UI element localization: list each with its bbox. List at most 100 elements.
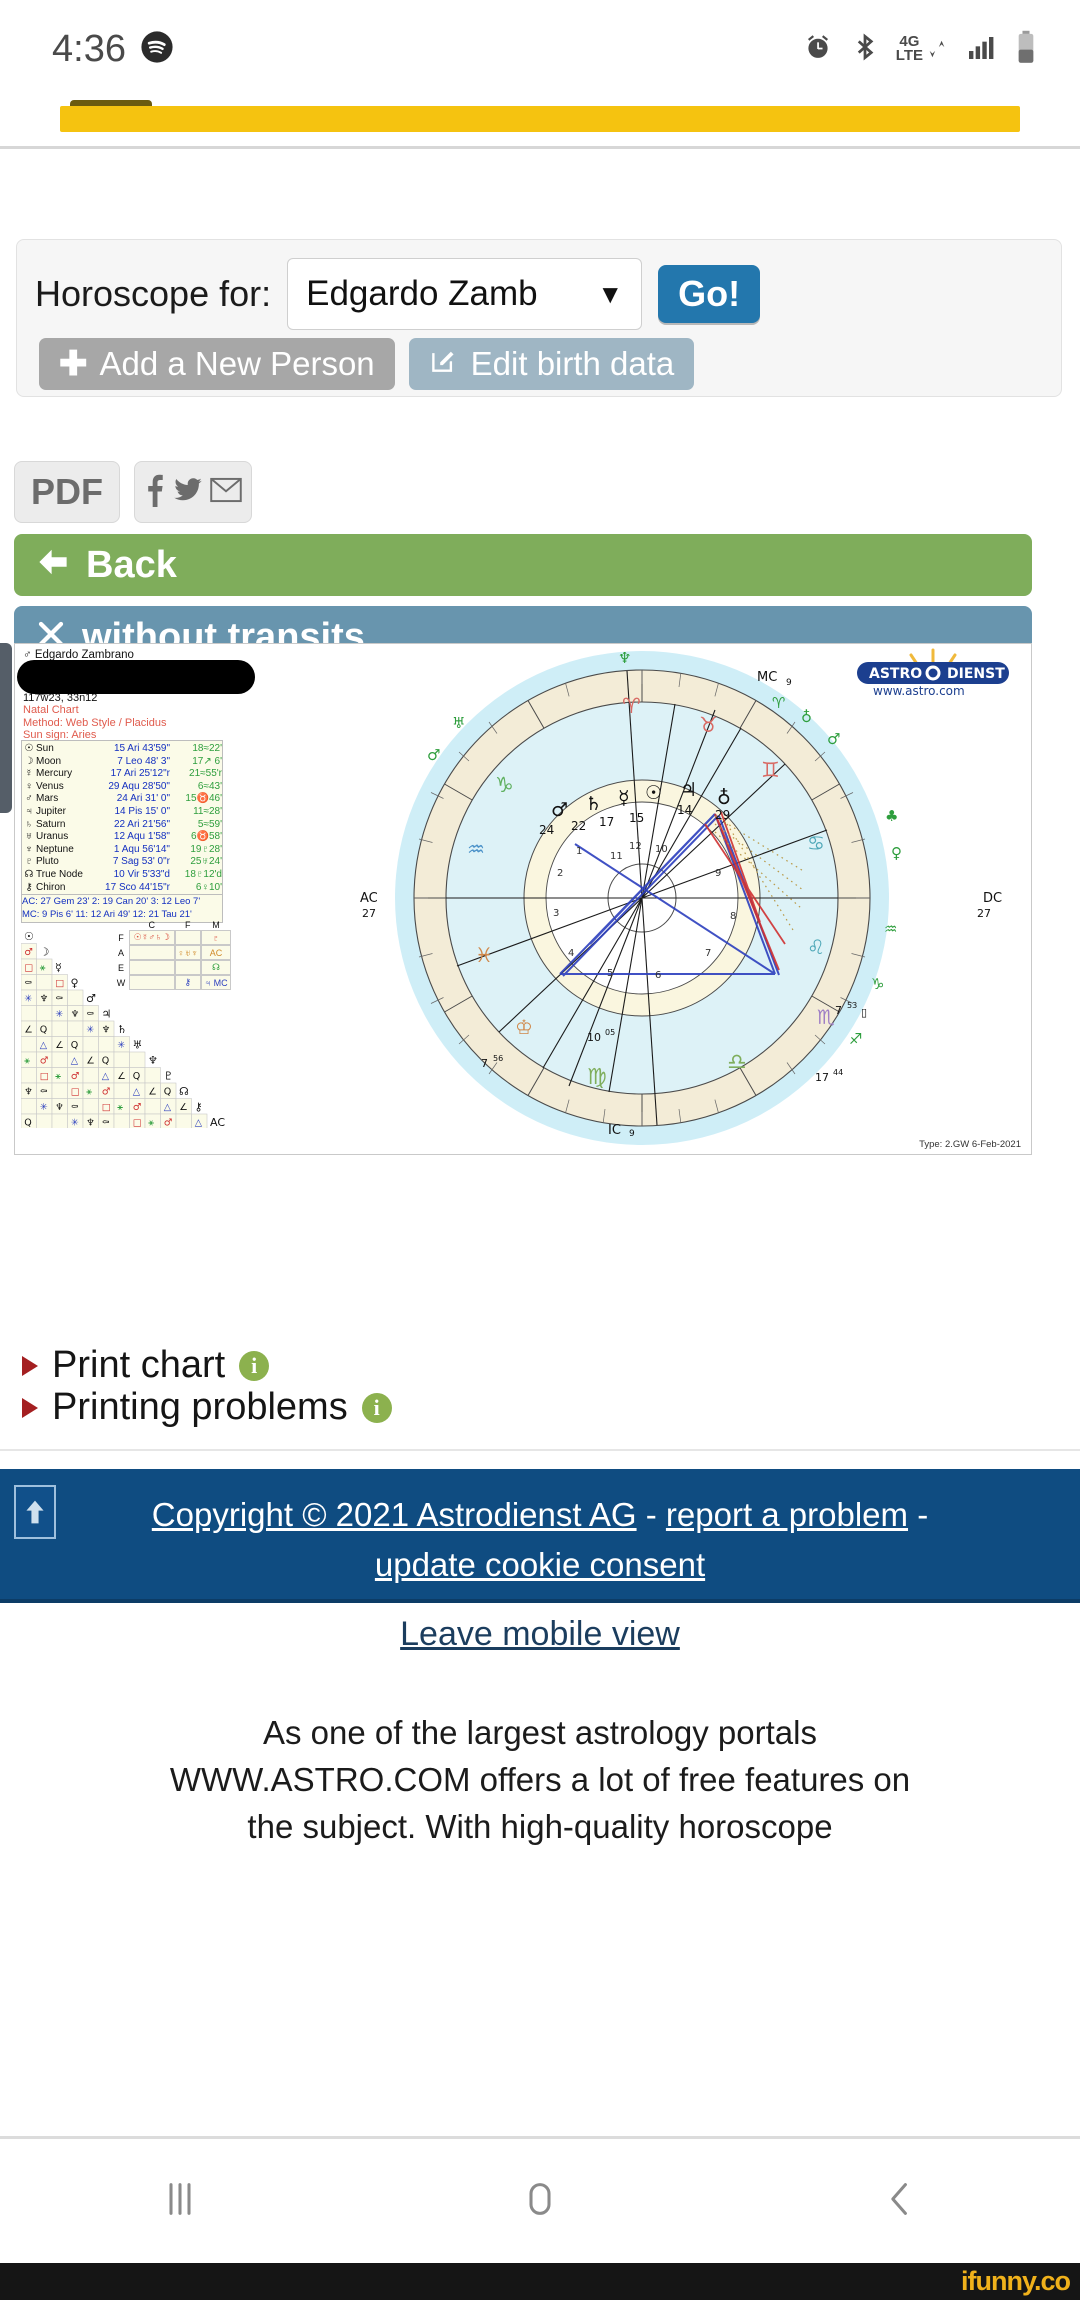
- planet-natal-position: 17 Sco 44'15"r: [105, 881, 170, 893]
- back-button[interactable]: Back: [14, 534, 1032, 596]
- print-chart-link[interactable]: Print chart i: [22, 1344, 270, 1387]
- logo-astro-text: ASTRO: [869, 666, 922, 682]
- planet-transit-position: 6≈43': [197, 780, 222, 792]
- spotify-icon: [140, 30, 174, 69]
- svg-text:♣: ♣: [885, 807, 898, 825]
- home-icon[interactable]: [513, 2172, 567, 2231]
- planet-name: True Node: [36, 868, 83, 880]
- back-icon[interactable]: [873, 2172, 927, 2231]
- scrollbar-thumb[interactable]: [0, 643, 12, 813]
- svg-text:56: 56: [493, 1054, 503, 1063]
- aspect-matrix-cell: [51, 1082, 68, 1099]
- svg-text:22: 22: [571, 819, 586, 833]
- planet-transit-position: 21≈55'r: [189, 768, 222, 780]
- scroll-to-top-button[interactable]: [14, 1485, 56, 1539]
- svg-text:27: 27: [977, 907, 991, 920]
- aspect-matrix-diagonal-glyph: ♄: [117, 1023, 127, 1036]
- aspect-matrix-diagonal-glyph: ♅: [133, 1039, 143, 1052]
- svg-text:DC: DC: [983, 891, 1002, 906]
- planet-row: ♅ Uranus 12 Aqu 1'58" 6♉58': [22, 831, 222, 844]
- print-chart-label: Print chart: [52, 1344, 226, 1386]
- aspect-matrix-cell: [67, 989, 84, 1006]
- printing-problems-label: Printing problems: [52, 1386, 348, 1428]
- aspect-symbol: ∠: [24, 1025, 33, 1036]
- svg-text:♔: ♔: [515, 1015, 533, 1039]
- edit-birth-data-button[interactable]: Edit birth data: [408, 338, 695, 390]
- aspect-symbol: □: [24, 963, 33, 974]
- pdf-button[interactable]: PDF: [14, 461, 120, 523]
- person-select-value: Edgardo Zamb: [306, 274, 538, 313]
- svg-text:7: 7: [481, 1057, 488, 1070]
- planet-position-table: ☉ Sun 15 Ari 43'59" 18≈22' ☽ Moon 7 Leo 48' 3"…: [21, 740, 223, 898]
- aspect-symbol: ✳: [71, 1118, 79, 1129]
- svg-text:▯: ▯: [861, 1006, 867, 1019]
- aspect-symbol: ⚹: [40, 963, 46, 974]
- add-new-person-button[interactable]: ✚ Add a New Person: [39, 338, 395, 390]
- svg-text:♅: ♅: [452, 714, 465, 732]
- planet-row: ☿ Mercury 17 Ari 25'12"r 21≈55'r: [22, 768, 222, 781]
- printing-problems-link[interactable]: Printing problems i: [22, 1386, 392, 1429]
- aspect-matrix-cell: [113, 1051, 130, 1068]
- planet-transit-position: 5≈59': [197, 818, 222, 830]
- aspect-symbol: △: [133, 1087, 141, 1098]
- natal-chart-image[interactable]: ♆ ♈ ♁ ♂ ♣ ♀ ♒ ♑ ♐ ♅ ♂ ♈ ♉ ♊ ♋ ♌ ♍ ♎ ♏ ♑ …: [14, 643, 1032, 1155]
- twitter-icon[interactable]: [173, 475, 203, 510]
- info-icon[interactable]: i: [239, 1350, 270, 1381]
- svg-text:8: 8: [730, 911, 736, 922]
- svg-text:9: 9: [715, 868, 721, 879]
- horoscope-for-panel: Horoscope for: Edgardo Zamb ▼ Go! ✚ Add …: [16, 239, 1062, 397]
- status-bar: 4:36 4G LTE: [0, 0, 1080, 98]
- planet-name: Chiron: [36, 881, 66, 893]
- update-cookie-consent-link[interactable]: update cookie consent: [375, 1546, 705, 1583]
- aspect-symbol: ✳: [117, 1040, 125, 1051]
- aspect-symbol: □: [102, 1102, 111, 1113]
- aspect-matrix-diagonal-glyph: ⚷: [195, 1101, 203, 1114]
- footer-line-2: update cookie consent: [0, 1546, 1080, 1584]
- aspect-symbol: ⚰: [102, 1118, 110, 1129]
- alarm-icon: [802, 31, 834, 68]
- planet-row: ♃ Jupiter 14 Pis 15' 0" 11≈28': [22, 806, 222, 819]
- social-share-group[interactable]: [134, 461, 252, 523]
- aspect-symbol: △: [195, 1118, 203, 1129]
- signal-icon: [964, 31, 998, 68]
- aspect-matrix-cell: [21, 1005, 37, 1022]
- planet-natal-position: 1 Aqu 56'14": [113, 843, 170, 855]
- recents-icon[interactable]: [153, 2172, 207, 2231]
- add-new-person-label: Add a New Person: [99, 345, 375, 382]
- edit-birth-data-label: Edit birth data: [470, 345, 675, 382]
- aspect-symbol: □: [133, 1118, 142, 1129]
- aspect-symbol: Q: [40, 1025, 47, 1036]
- aspect-matrix-cell: [67, 1020, 84, 1037]
- svg-text:3: 3: [553, 908, 559, 919]
- svg-text:♂: ♂: [427, 746, 440, 764]
- info-icon[interactable]: i: [361, 1392, 392, 1423]
- report-problem-link[interactable]: report a problem: [666, 1496, 908, 1533]
- aspect-matrix-diagonal-glyph: ☽: [40, 946, 50, 959]
- svg-text:♉: ♉: [699, 713, 718, 737]
- leave-mobile-view-link[interactable]: Leave mobile view: [0, 1615, 1080, 1654]
- person-select[interactable]: Edgardo Zamb ▼: [287, 258, 643, 330]
- svg-text:4: 4: [568, 948, 574, 959]
- planet-row: ⚷ Chiron 17 Sco 44'15"r 6♀10': [22, 882, 222, 895]
- aspect-matrix-diagonal-glyph: ☿: [55, 961, 62, 974]
- aspect-symbol: ♂: [40, 1056, 49, 1067]
- planet-name: Venus: [36, 780, 64, 792]
- svg-text:2: 2: [557, 868, 563, 879]
- back-button-label: Back: [86, 543, 177, 586]
- aspect-matrix-cell: [21, 1067, 37, 1084]
- aspect-symbol: □: [55, 978, 64, 989]
- aspect-symbol: ∠: [117, 1071, 126, 1082]
- aspect-matrix-cell: [51, 1051, 68, 1068]
- planet-rows: ☉ Sun 15 Ari 43'59" 18≈22' ☽ Moon 7 Leo 48' 3"…: [22, 743, 222, 894]
- copyright-link[interactable]: Copyright © 2021 Astrodienst AG: [152, 1496, 637, 1533]
- aspect-symbol: ∠: [86, 1056, 95, 1067]
- svg-text:♓: ♓: [475, 943, 493, 967]
- svg-text:14: 14: [677, 803, 692, 817]
- go-button[interactable]: Go!: [658, 265, 761, 323]
- share-toolbar: PDF: [14, 461, 252, 523]
- svg-text:17: 17: [815, 1071, 829, 1084]
- footer-separator-1: -: [645, 1496, 657, 1533]
- email-icon[interactable]: [210, 477, 242, 508]
- facebook-icon[interactable]: [144, 473, 166, 512]
- planet-transit-position: 25♅24': [190, 856, 222, 868]
